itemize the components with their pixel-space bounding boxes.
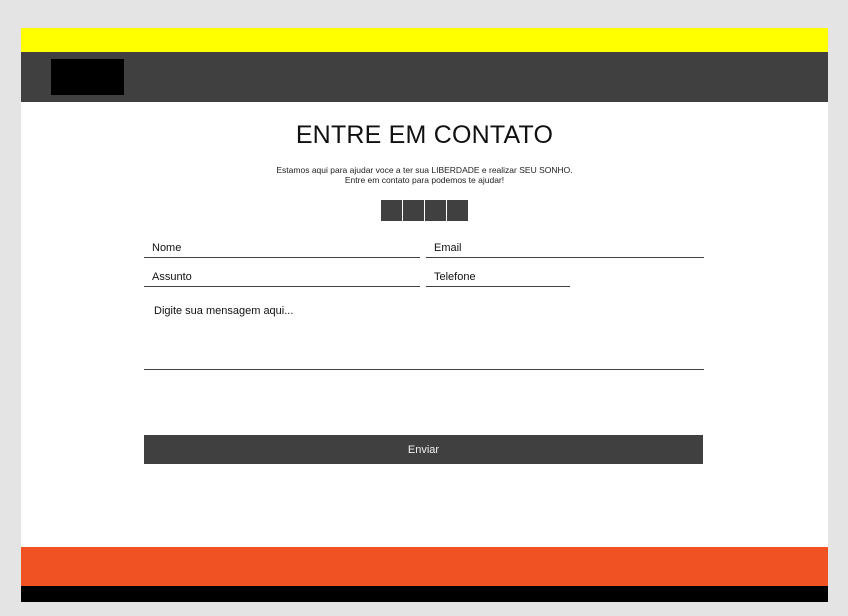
logo[interactable]: [51, 59, 124, 95]
subtitle-line-2: Entre em contato para podemos te ajudar!: [344, 175, 505, 185]
social-icon-4[interactable]: [447, 200, 468, 221]
page-subtitle: Estamos aqui para ajudar voce a ter sua …: [21, 165, 828, 185]
phone-field[interactable]: [426, 267, 570, 287]
page: ENTRE EM CONTATO Estamos aqui para ajuda…: [21, 28, 828, 602]
name-field[interactable]: [144, 238, 420, 258]
top-color-strip: [21, 28, 828, 52]
subtitle-line-1: Estamos aqui para ajudar voce a ter sua …: [276, 165, 573, 175]
social-icon-3[interactable]: [425, 200, 446, 221]
send-button[interactable]: Enviar: [144, 435, 703, 464]
social-icon-1[interactable]: [381, 200, 402, 221]
footer-accent-bar: [21, 547, 828, 586]
social-links: [381, 200, 468, 221]
email-field[interactable]: [426, 238, 704, 258]
footer-bottom-bar: [21, 586, 828, 602]
social-icon-2[interactable]: [403, 200, 424, 221]
page-title: ENTRE EM CONTATO: [295, 121, 554, 149]
subject-field[interactable]: [144, 267, 420, 287]
header-bar: [21, 52, 828, 102]
message-field[interactable]: [144, 296, 704, 370]
